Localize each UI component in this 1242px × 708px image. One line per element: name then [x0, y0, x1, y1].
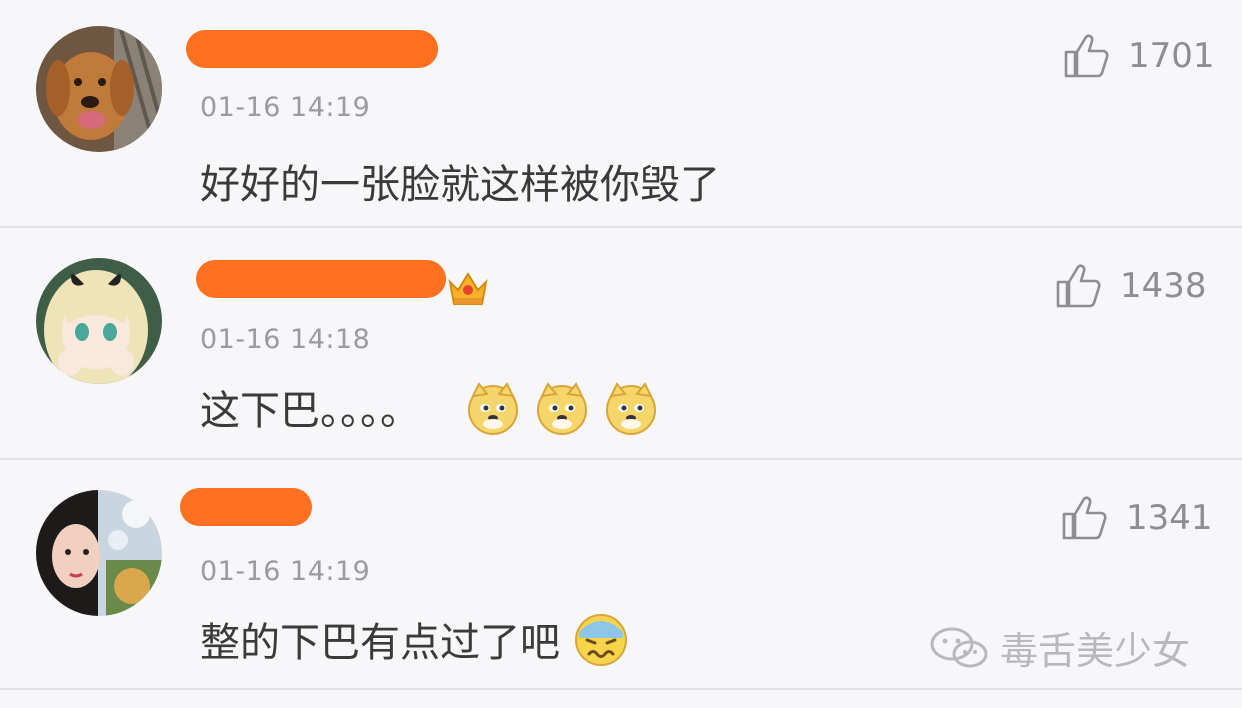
- comment-timestamp: 01-16 14:19: [200, 556, 371, 587]
- comment-item: 01-16 14:19 好好的一张脸就这样被你毁了 1701: [0, 0, 1242, 228]
- doge-emoji: [603, 380, 659, 446]
- like-button[interactable]: 1438: [1054, 262, 1207, 310]
- thumbs-up-icon: [1056, 264, 1101, 308]
- thumbs-up-icon: [1062, 496, 1107, 540]
- comment-item: 01-16 14:18 这下巴。。。。 1438: [0, 228, 1242, 460]
- comment-text-content: 好好的一张脸就这样被你毁了: [200, 162, 720, 208]
- comment-text-content: 这下巴。。。。: [200, 388, 420, 434]
- username-redacted[interactable]: [186, 30, 438, 68]
- like-button[interactable]: 1341: [1060, 494, 1213, 542]
- comment-timestamp: 01-16 14:18: [200, 324, 371, 355]
- thumbs-up-icon: [1064, 34, 1109, 78]
- comment-text-content: 整的下巴有点过了吧: [200, 620, 560, 666]
- dog-avatar[interactable]: [36, 26, 162, 152]
- comment-text: 这下巴。。。。: [200, 378, 659, 446]
- username-redacted[interactable]: [196, 260, 446, 298]
- crown-badge-icon: [446, 268, 490, 312]
- like-count: 1701: [1128, 36, 1215, 76]
- like-button[interactable]: 1701: [1062, 32, 1215, 80]
- sweat-emoji: [573, 612, 629, 678]
- doge-emoji: [465, 380, 521, 446]
- woman-avatar[interactable]: [36, 490, 162, 616]
- username-redacted[interactable]: [180, 488, 312, 526]
- like-count: 1341: [1126, 498, 1213, 538]
- comment-timestamp: 01-16 14:19: [200, 92, 371, 123]
- watermark: 毒舌美少女: [928, 620, 1190, 675]
- comment-text: 好好的一张脸就这样被你毁了: [200, 152, 720, 210]
- like-count: 1438: [1120, 266, 1207, 306]
- wechat-icon: [930, 627, 988, 667]
- comment-text: 整的下巴有点过了吧: [200, 610, 629, 678]
- watermark-text: 毒舌美少女: [1000, 629, 1191, 673]
- doge-emoji: [534, 380, 590, 446]
- anime-girl-avatar[interactable]: [36, 258, 162, 384]
